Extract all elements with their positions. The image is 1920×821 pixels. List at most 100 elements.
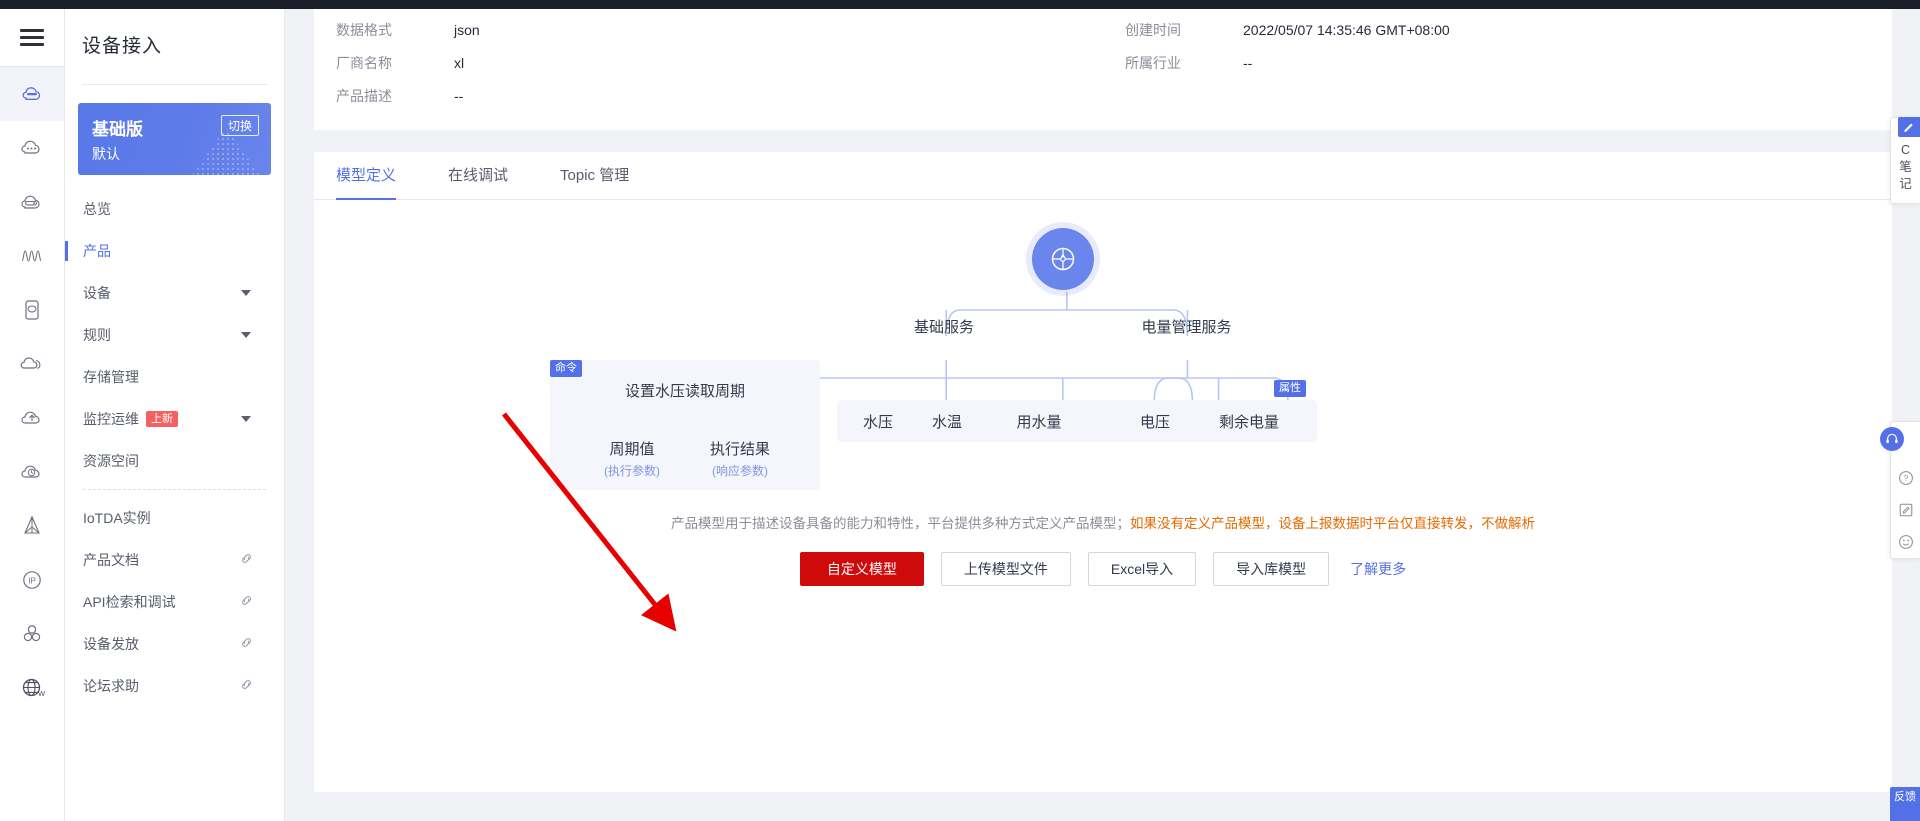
property-voltage[interactable]: 电压 (1114, 411, 1196, 432)
product-model-root-node[interactable] (1032, 228, 1094, 290)
edition-switch-button[interactable]: 切换 (220, 115, 259, 136)
dock-rating-button[interactable] (1891, 526, 1920, 558)
custom-model-button[interactable]: 自定义模型 (799, 552, 924, 586)
tab-online-debug[interactable]: 在线调试 (448, 152, 508, 200)
note-flyout-char: 记 (1899, 177, 1912, 191)
model-tree-diagram: 基础服务 电量管理服务 命令 设置水压读取周期 周期值 (执行参数) 执行结果 … (314, 200, 1892, 550)
upload-model-file-button[interactable]: 上传模型文件 (940, 552, 1071, 586)
device-card-icon (25, 300, 39, 320)
model-description: 产品模型用于描述设备具备的能力和特性，平台提供多种方式定义产品模型；如果没有定义… (314, 512, 1892, 532)
product-info-right-column: 创建时间 2022/05/07 14:35:46 GMT+08:00 所属行业 … (1103, 13, 1892, 112)
info-label: 产品描述 (336, 87, 392, 104)
sidebar-item-label: 产品 (83, 243, 111, 259)
sidebar-item-storage[interactable]: 存储管理 (65, 356, 284, 398)
sidebar-item-label: 产品文档 (83, 552, 139, 568)
smiley-rating-icon (1898, 535, 1913, 549)
info-label: 厂商名称 (336, 54, 392, 71)
tab-topic-management[interactable]: Topic 管理 (560, 152, 629, 200)
rail-item-wave-chart[interactable] (0, 229, 64, 283)
page-title: 设备接入 (82, 36, 163, 57)
tab-bar: 模型定义 在线调试 Topic 管理 (314, 152, 1892, 200)
note-flyout-panel[interactable]: C 笔 记 (1890, 117, 1920, 204)
svg-text:W: W (38, 689, 45, 698)
property-water-temperature[interactable]: 水温 (906, 411, 988, 432)
rail-item-ip-circle[interactable]: IP (0, 553, 64, 607)
tab-model-definition[interactable]: 模型定义 (336, 152, 397, 200)
command-param-label: 执行结果 (709, 441, 770, 458)
sidebar-item-monitor[interactable]: 监控运维 上新 (65, 398, 284, 440)
rail-item-cluster[interactable] (0, 607, 64, 661)
service-label-basic[interactable]: 基础服务 (894, 305, 994, 351)
sidebar-item-iotda-instance[interactable]: IoTDA实例 (65, 497, 284, 539)
property-water-usage[interactable]: 用水量 (984, 411, 1094, 432)
external-link-icon (240, 678, 253, 694)
property-tag: 属性 (1274, 380, 1306, 397)
sidebar-item-forum[interactable]: 论坛求助 (65, 665, 284, 707)
command-param-label: 周期值 (609, 441, 655, 458)
sidebar-item-product-doc[interactable]: 产品文档 (65, 539, 284, 581)
sidebar-item-product[interactable]: 产品 (65, 230, 284, 272)
cloud-clock-icon (21, 465, 40, 478)
product-info-left-column: 数据格式 json 厂商名称 xl 产品描述 -- (314, 13, 1103, 112)
sidebar-item-label: IoTDA实例 (83, 510, 151, 526)
sidebar-nav: 总览 产品 设备 规则 存储管理 监控运维 上新 资源空间 IoTDA实例 产品… (65, 188, 284, 707)
note-flyout-char: C (1900, 143, 1911, 157)
sidebar-item-label: 监控运维 (83, 411, 139, 427)
pencil-note-icon[interactable] (1898, 117, 1920, 137)
ip-circle-icon: IP (23, 571, 41, 589)
info-row: 所属行业 -- (1125, 46, 1892, 79)
wave-chart-icon (21, 250, 42, 262)
info-value: -- (1243, 54, 1253, 71)
cloud-device-icon (22, 87, 41, 100)
rail-item-globe-w[interactable]: W (0, 661, 64, 715)
main-content: 数据格式 json 厂商名称 xl 产品描述 -- 创建时间 2022/05/0… (286, 9, 1920, 821)
rail-item-cloud-server[interactable] (0, 175, 64, 229)
product-model-icon (1051, 247, 1075, 271)
menu-toggle-button[interactable] (0, 9, 64, 67)
sidebar-item-overview[interactable]: 总览 (65, 188, 284, 230)
sidebar-item-device[interactable]: 设备 (65, 272, 284, 314)
info-label: 数据格式 (336, 21, 392, 38)
feedback-tab[interactable]: 反馈 (1890, 787, 1920, 821)
excel-import-button[interactable]: Excel导入 (1087, 552, 1197, 586)
external-link-icon (240, 594, 253, 610)
external-link-icon (240, 552, 253, 568)
sidebar-section-divider (83, 489, 266, 490)
command-name[interactable]: 设置水压读取周期 (550, 380, 820, 401)
command-tag: 命令 (550, 360, 582, 377)
edition-card[interactable]: 基础版 切换 默认 (78, 103, 271, 175)
sidebar: 设备接入 基础版 切换 默认 总览 产品 设备 规则 存储管理 监控运维 上新 (65, 9, 285, 821)
sidebar-item-label: 论坛求助 (83, 678, 139, 694)
rail-item-cloud-upload[interactable] (0, 391, 64, 445)
rail-item-device-card[interactable] (0, 283, 64, 337)
sidebar-item-label: 设备发放 (83, 636, 139, 652)
chevron-down-icon (241, 416, 251, 422)
learn-more-link[interactable]: 了解更多 (1350, 559, 1406, 579)
service-label-power[interactable]: 电量管理服务 (1124, 305, 1249, 351)
sidebar-item-label: 设备 (83, 285, 111, 301)
import-library-model-button[interactable]: 导入库模型 (1213, 552, 1330, 586)
sidebar-item-resource-space[interactable]: 资源空间 (65, 440, 284, 482)
rail-item-pyramid[interactable] (0, 499, 64, 553)
chevron-down-icon (241, 290, 251, 296)
headset-support-icon[interactable] (1880, 427, 1904, 451)
note-flyout-char: 笔 (1899, 160, 1912, 174)
sidebar-item-rule[interactable]: 规则 (65, 314, 284, 356)
cloud-server-icon (21, 195, 40, 209)
property-remaining-power[interactable]: 剩余电量 (1189, 411, 1309, 432)
action-button-row: 自定义模型 上传模型文件 Excel导入 导入库模型 了解更多 (314, 552, 1892, 586)
rail-item-cloud-double[interactable] (0, 337, 64, 391)
sidebar-item-api-explorer[interactable]: API检索和调试 (65, 581, 284, 623)
dock-feedback-button[interactable] (1891, 494, 1920, 526)
sidebar-item-device-provisioning[interactable]: 设备发放 (65, 623, 284, 665)
rail-item-cloud-device[interactable] (0, 67, 64, 121)
rail-item-cloud-dots[interactable] (0, 121, 64, 175)
info-value: json (454, 21, 480, 38)
command-param-result[interactable]: 执行结果 (响应参数) (672, 438, 808, 479)
rail-item-cloud-clock[interactable] (0, 445, 64, 499)
svg-text:?: ? (1903, 474, 1908, 483)
info-value: -- (454, 87, 464, 104)
model-card: 模型定义 在线调试 Topic 管理 基础服务 电量管理服务 命令 设置水压读取… (314, 152, 1892, 792)
dock-help-button[interactable]: ? (1891, 462, 1920, 494)
globe-w-icon: W (22, 678, 45, 698)
